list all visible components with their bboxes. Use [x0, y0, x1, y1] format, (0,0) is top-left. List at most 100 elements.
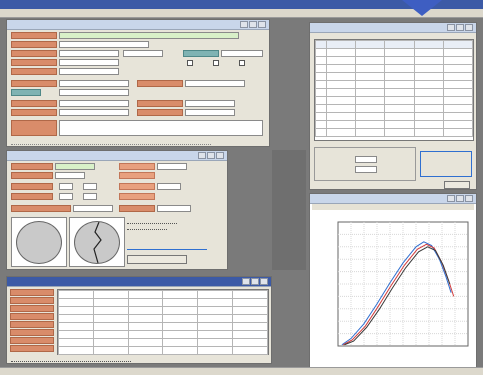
spec-field-2[interactable]: [55, 172, 85, 179]
results-footer: [11, 356, 131, 362]
spec-label-9: [11, 205, 71, 212]
spec-label-3: [119, 163, 155, 170]
results-row-labels: [10, 289, 54, 353]
graph-titlebar: [310, 194, 476, 204]
form-label-2: [11, 41, 57, 48]
form-label-1: [11, 32, 57, 39]
window-buttons[interactable]: [198, 152, 224, 159]
form-field-2[interactable]: [59, 41, 149, 48]
specimen-circle-after: [74, 221, 120, 264]
data-table: [315, 40, 473, 137]
spec-field-3[interactable]: [157, 163, 187, 170]
spec-field-6[interactable]: [157, 183, 181, 190]
spec-link[interactable]: [127, 245, 207, 250]
data-summary-note: [420, 151, 472, 177]
col-header-5: [413, 40, 444, 49]
spec-caption-2: [127, 225, 167, 230]
data-ok-button[interactable]: [444, 181, 470, 189]
workspace-gap: [272, 150, 306, 270]
window-buttons[interactable]: [240, 21, 266, 28]
spec-label-10: [119, 205, 155, 212]
data-grid[interactable]: [314, 39, 474, 141]
spec-label-1: [11, 163, 53, 170]
specimen-circle-before: [16, 221, 62, 264]
spec-field-7a[interactable]: [59, 193, 73, 200]
specimen-image-frame-2: [69, 217, 125, 267]
app-title: [0, 1, 4, 7]
line-chart: [337, 221, 469, 347]
spec-calc-button[interactable]: [127, 255, 187, 264]
spec-field-7b[interactable]: [83, 193, 97, 200]
form-field-3b[interactable]: [123, 50, 163, 57]
spec-label-2: [11, 172, 53, 179]
form-field-6[interactable]: [59, 80, 129, 87]
graph-toolbar[interactable]: [312, 204, 474, 210]
form-field-3[interactable]: [59, 50, 119, 57]
window-buttons[interactable]: [242, 278, 268, 285]
window-buttons[interactable]: [447, 195, 473, 202]
data-table-titlebar: [310, 23, 476, 33]
spec-field-10[interactable]: [157, 205, 191, 212]
col-header-1: [315, 40, 327, 49]
form-field-1[interactable]: [59, 32, 239, 39]
form-label-11: [11, 109, 57, 116]
form-field-7[interactable]: [59, 89, 129, 96]
form-label-9: [11, 100, 57, 107]
results-titlebar: [7, 277, 271, 287]
graph-window: [309, 193, 477, 368]
summary-field-1[interactable]: [355, 156, 377, 163]
form-label-10: [137, 100, 183, 107]
results-window: [6, 276, 272, 364]
data-table-window: [309, 22, 477, 190]
radio-option-2[interactable]: [212, 60, 219, 66]
form-label-8: [137, 80, 183, 87]
results-grid[interactable]: [57, 289, 269, 355]
form-field-4[interactable]: [59, 59, 119, 66]
form-field-10[interactable]: [185, 100, 235, 107]
spec-label-5: [11, 183, 53, 190]
arrow-down-icon: [402, 0, 442, 16]
col-header-2: [325, 40, 357, 49]
main-form-titlebar: [7, 20, 269, 30]
spec-field-5b[interactable]: [83, 183, 97, 190]
status-line: [11, 139, 211, 145]
form-field-right-1[interactable]: [221, 50, 263, 57]
form-label-right-1: [183, 50, 219, 57]
radio-option-3[interactable]: [238, 60, 245, 66]
form-field-11[interactable]: [59, 109, 129, 116]
form-field-8[interactable]: [185, 80, 245, 87]
crack-icon: [93, 222, 102, 263]
spec-field-9[interactable]: [73, 205, 113, 212]
spec-field-5a[interactable]: [59, 183, 73, 190]
data-summary-box: [314, 147, 416, 181]
spec-label-6: [119, 183, 155, 190]
form-label-notes: [11, 120, 57, 136]
form-field-12[interactable]: [185, 109, 235, 116]
col-header-6: [442, 40, 473, 49]
col-header-3: [355, 40, 386, 49]
form-label-12: [137, 109, 183, 116]
radio-option-1[interactable]: [187, 60, 193, 66]
form-field-5[interactable]: [59, 68, 119, 75]
window-buttons[interactable]: [447, 24, 473, 31]
form-label-7: [11, 89, 41, 96]
form-label-4: [11, 59, 57, 66]
specimen-image-frame-1: [11, 217, 67, 267]
form-label-3: [11, 50, 57, 57]
col-header-4: [384, 40, 415, 49]
spec-field-1[interactable]: [55, 163, 95, 170]
results-table: [58, 290, 268, 355]
summary-field-2[interactable]: [355, 166, 377, 173]
main-form-window: [6, 19, 270, 147]
spec-label-8: [119, 193, 155, 200]
form-field-9[interactable]: [59, 100, 129, 107]
spec-label-4: [119, 172, 155, 179]
spec-label-7: [11, 193, 53, 200]
form-label-6: [11, 80, 57, 87]
notes-textarea[interactable]: [59, 120, 263, 136]
form-label-5: [11, 68, 57, 75]
specimen-window: [6, 150, 228, 270]
spec-caption-1: [127, 219, 177, 224]
specimen-titlebar: [7, 151, 227, 161]
radio-group[interactable]: [187, 60, 245, 68]
